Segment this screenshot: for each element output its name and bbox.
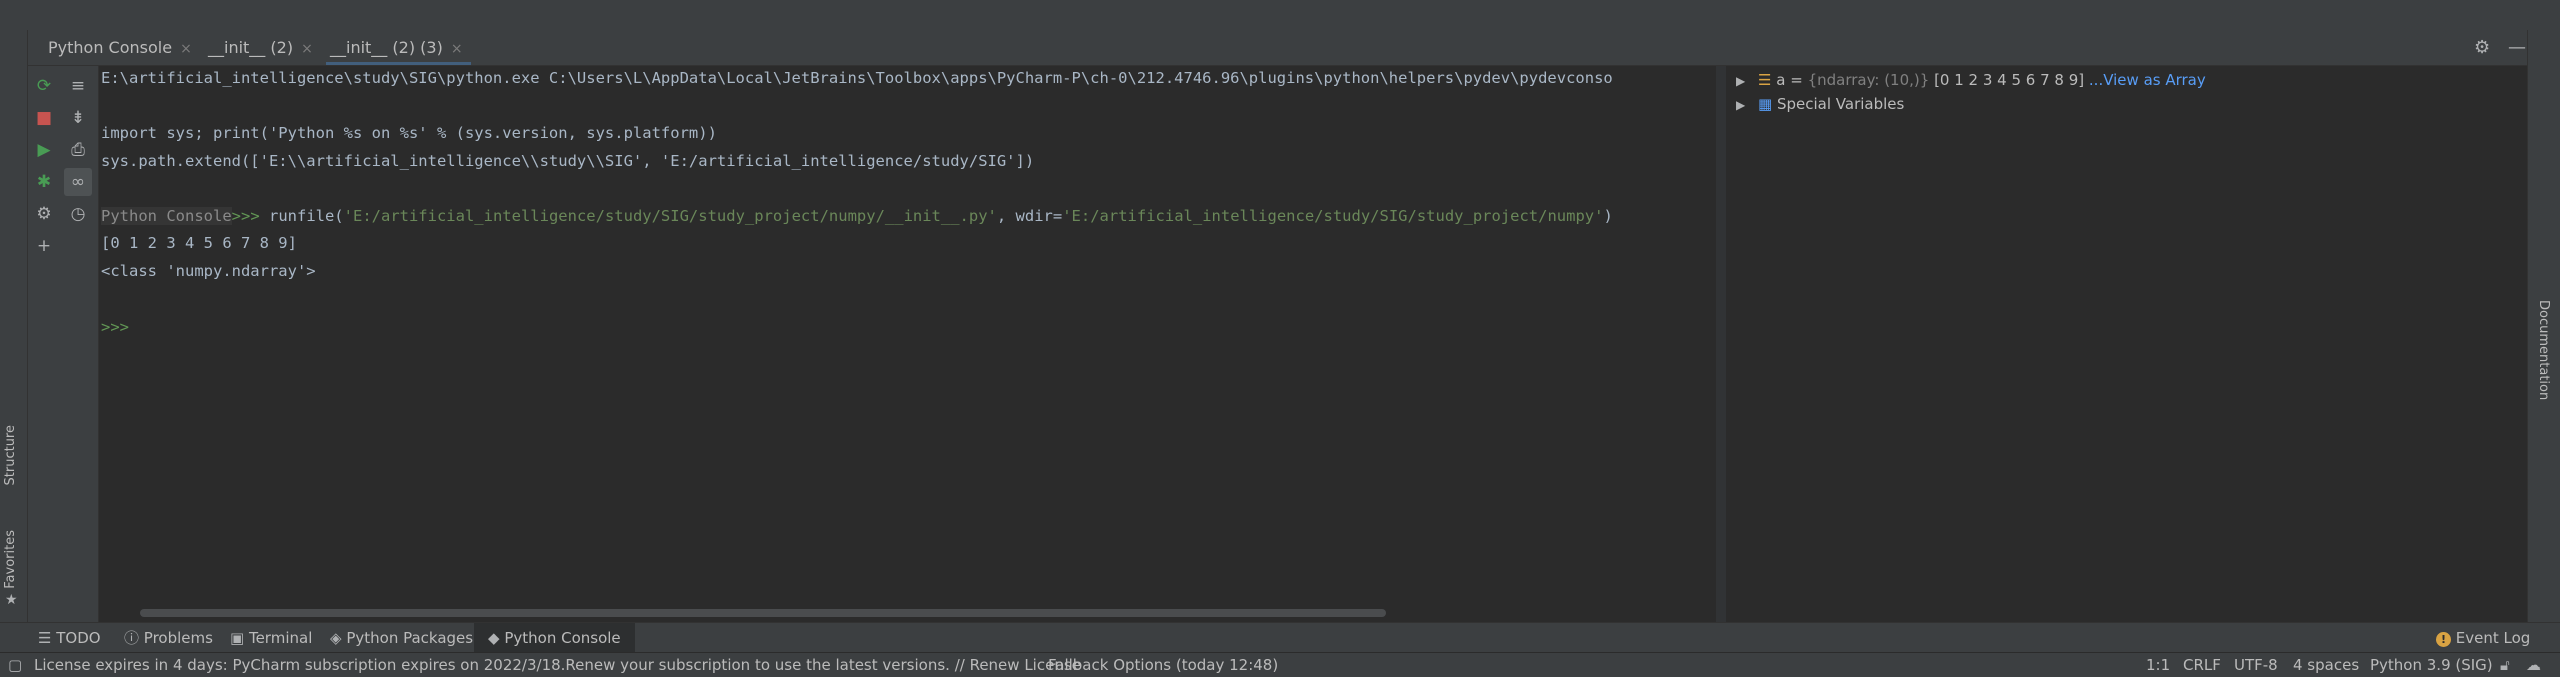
star-icon: ★ bbox=[5, 592, 18, 608]
terminal-tool-button[interactable]: ▣ Terminal bbox=[230, 623, 312, 653]
expand-icon[interactable]: ▶ bbox=[1736, 74, 1745, 88]
caret-position[interactable]: 1:1 bbox=[2146, 653, 2170, 677]
rerun-icon[interactable]: ⟳ bbox=[30, 72, 58, 100]
python-icon: ◆ bbox=[488, 629, 500, 647]
info-icon: ⓘ bbox=[124, 629, 140, 647]
special-variables-icon: ▦ bbox=[1758, 95, 1773, 113]
settings-icon[interactable]: ⚙ bbox=[30, 200, 58, 228]
variable-row-a[interactable]: ▶ ☰ a = {ndarray: (10,)} [0 1 2 3 4 5 6 … bbox=[1736, 68, 2206, 92]
gear-icon[interactable]: ⚙ bbox=[2474, 30, 2490, 65]
problems-tool-button[interactable]: ⓘ Problems bbox=[124, 623, 213, 653]
stop-icon[interactable]: ■ bbox=[30, 104, 58, 132]
documentation-tool-button[interactable]: Documentation bbox=[2536, 300, 2551, 400]
tab-python-console[interactable]: Python Console × bbox=[48, 30, 192, 65]
interpreter-selector[interactable]: Python 3.9 (SIG) bbox=[2370, 653, 2493, 677]
minimize-icon[interactable]: — bbox=[2508, 30, 2526, 65]
warning-icon: ! bbox=[2436, 632, 2451, 647]
console-output-line: [0 1 2 3 4 5 6 7 8 9] bbox=[101, 234, 297, 252]
console-line: sys.path.extend(['E:\\artificial_intelli… bbox=[101, 152, 1035, 170]
status-message[interactable]: License expires in 4 days: PyCharm subsc… bbox=[34, 653, 1081, 677]
status-fallback[interactable]: Fallback Options (today 12:48) bbox=[1048, 653, 1278, 677]
line-separator[interactable]: CRLF bbox=[2183, 653, 2221, 677]
file-encoding[interactable]: UTF-8 bbox=[2234, 653, 2278, 677]
python-console-tool-button[interactable]: ◆ Python Console bbox=[474, 623, 635, 653]
horizontal-scrollbar[interactable] bbox=[140, 609, 1386, 617]
input-prompt[interactable]: >>> bbox=[101, 318, 129, 336]
print-icon[interactable]: ⎙ bbox=[64, 136, 92, 164]
scroll-to-end-icon[interactable]: ⇟ bbox=[64, 104, 92, 132]
soft-wrap-icon[interactable]: ≡ bbox=[64, 72, 92, 100]
console-line: Python Console>>> runfile('E:/artificial… bbox=[101, 207, 1613, 225]
indent-setting[interactable]: 4 spaces bbox=[2293, 653, 2359, 677]
console-toolbar: ⟳ ≡ ■ ⇟ ▶ ⎙ ✱ ∞ ⚙ ◷ + bbox=[28, 66, 99, 622]
left-tool-stripe: Structure Favorites ★ bbox=[0, 30, 28, 622]
lock-icon[interactable]: 🔓︎ bbox=[2500, 653, 2510, 677]
array-icon: ☰ bbox=[1758, 71, 1772, 89]
console-output-line: <class 'numpy.ndarray'> bbox=[101, 262, 316, 280]
history-icon[interactable]: ◷ bbox=[64, 200, 92, 228]
close-icon[interactable]: × bbox=[180, 41, 192, 57]
console-tab-bar: Python Console × __init__ (2) × __init__ (… bbox=[28, 30, 2560, 66]
console-line: import sys; print('Python %s on %s' % (s… bbox=[101, 124, 717, 142]
new-console-icon[interactable]: + bbox=[30, 232, 58, 260]
view-as-array-link[interactable]: ...View as Array bbox=[2084, 71, 2206, 89]
layers-icon: ◈ bbox=[330, 629, 342, 647]
debug-icon[interactable]: ✱ bbox=[30, 168, 58, 196]
status-bar: ▢ License expires in 4 days: PyCharm sub… bbox=[0, 652, 2560, 677]
list-icon: ☰ bbox=[38, 629, 52, 647]
favorites-tool-button[interactable]: Favorites bbox=[3, 530, 23, 589]
right-tool-stripe: Documentation bbox=[2527, 30, 2560, 622]
console-output[interactable]: E:\artificial_intelligence\study\SIG\pyt… bbox=[99, 66, 1715, 622]
todo-tool-button[interactable]: ☰ TODO bbox=[38, 623, 101, 653]
event-log-tool-button[interactable]: ! Event Log bbox=[2436, 623, 2530, 653]
variables-panel: ▶ ☰ a = {ndarray: (10,)} [0 1 2 3 4 5 6 … bbox=[1726, 66, 2526, 622]
console-line: E:\artificial_intelligence\study\SIG\pyt… bbox=[101, 69, 1613, 87]
execute-icon[interactable]: ▶ bbox=[30, 136, 58, 164]
close-icon[interactable]: × bbox=[451, 41, 463, 57]
variable-row-special[interactable]: ▶ ▦ Special Variables bbox=[1736, 92, 1904, 116]
tab-init-2-3[interactable]: __init__ (2) (3) × bbox=[326, 30, 471, 65]
python-packages-tool-button[interactable]: ◈ Python Packages bbox=[330, 623, 473, 653]
status-toggle-icon[interactable]: ▢ bbox=[8, 653, 22, 677]
show-variables-icon[interactable]: ∞ bbox=[64, 168, 92, 196]
tab-init-2[interactable]: __init__ (2) × bbox=[208, 30, 313, 65]
terminal-icon: ▣ bbox=[230, 629, 245, 647]
prompt-label: Python Console bbox=[101, 207, 232, 225]
prompt-arrows: >>> bbox=[231, 207, 260, 225]
bottom-tool-bar: ☰ TODO ⓘ Problems ▣ Terminal ◈ Python Pa… bbox=[0, 622, 2560, 653]
window-top-strip bbox=[0, 0, 2560, 31]
structure-tool-button[interactable]: Structure bbox=[3, 425, 23, 485]
notifications-icon[interactable]: ☁ bbox=[2526, 653, 2541, 677]
expand-icon[interactable]: ▶ bbox=[1736, 98, 1745, 112]
close-icon[interactable]: × bbox=[301, 41, 313, 57]
